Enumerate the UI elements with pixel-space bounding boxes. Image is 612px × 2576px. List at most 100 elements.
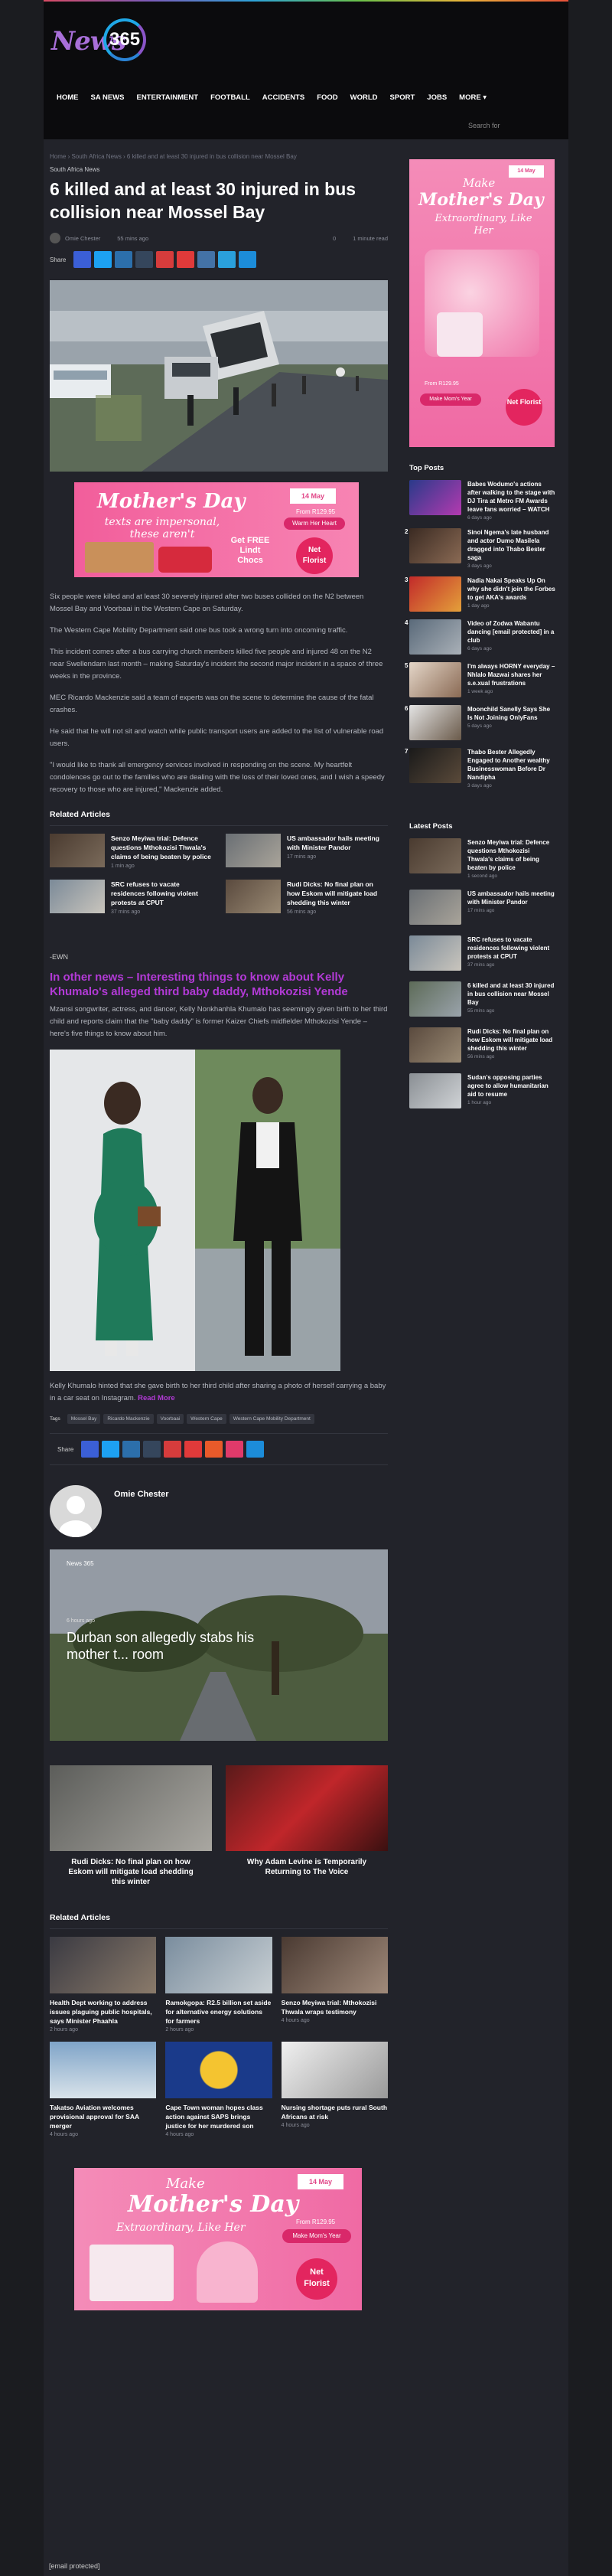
related-title[interactable]: Senzo Meyiwa trial: Defence questions Mt… (111, 834, 212, 861)
mothers-day-ad-bottom[interactable]: Make Mother's Day Extraordinary, Like He… (74, 2168, 362, 2310)
related-card-title[interactable]: Takatso Aviation welcomes provisional ap… (50, 2103, 156, 2130)
mothers-day-ad-banner[interactable]: Mother's Day texts are impersonal, these… (74, 482, 359, 577)
warm-her-heart-button[interactable]: Warm Her Heart (284, 517, 345, 530)
featured-card-title[interactable]: Why Adam Levine is Temporarily Returning… (226, 1857, 388, 1877)
latest-post[interactable]: SRC refuses to vacate residences followi… (409, 935, 556, 971)
search-input[interactable]: Search for (468, 122, 500, 129)
nav-item[interactable]: MORE ▾ (454, 93, 493, 102)
author-box-name[interactable]: Omie Chester (114, 1490, 169, 1499)
related-card[interactable]: Ramokgopa: R2.5 billion set aside for al… (165, 1937, 272, 2032)
related-card-title[interactable]: Cape Town woman hopes class action again… (165, 2103, 272, 2130)
latest-post[interactable]: US ambassador hails meeting with Ministe… (409, 890, 556, 925)
tag[interactable]: Voorbaai (156, 1414, 184, 1424)
related-card-title[interactable]: Health Dept working to address issues pl… (50, 1998, 156, 2026)
related-title[interactable]: US ambassador hails meeting with Ministe… (287, 834, 388, 852)
related-card[interactable]: Cape Town woman hopes class action again… (165, 2042, 272, 2137)
tumblr-share-icon[interactable] (135, 251, 154, 268)
top-post[interactable]: Babes Wodumo's actions after walking to … (409, 480, 556, 521)
latest-post-title[interactable]: US ambassador hails meeting with Ministe… (467, 890, 556, 906)
tumblr-share-icon[interactable] (143, 1441, 161, 1458)
latest-post-title[interactable]: Senzo Meyiwa trial: Defence questions Mt… (467, 838, 556, 872)
nav-item[interactable]: HOME (51, 93, 86, 102)
related-card[interactable]: Health Dept working to address issues pl… (50, 1937, 157, 2032)
related-card-title[interactable]: Ramokgopa: R2.5 billion set aside for al… (165, 1998, 272, 2026)
telegram-share-icon[interactable] (218, 251, 236, 268)
top-post-title[interactable]: I'm always HORNY everyday – Nhlalo Mazwa… (467, 662, 556, 687)
vk-share-icon[interactable] (197, 251, 216, 268)
featured-card-title[interactable]: Rudi Dicks: No final plan on how Eskom w… (50, 1857, 212, 1887)
email-share-icon[interactable] (239, 251, 257, 268)
featured-title[interactable]: Durban son allegedly stabs his mother t.… (67, 1629, 265, 1663)
tag[interactable]: Western Cape (187, 1414, 226, 1424)
email-share-icon[interactable] (246, 1441, 265, 1458)
category-label[interactable]: South Africa News (50, 166, 388, 173)
latest-post[interactable]: Sudan's opposing parties agree to allow … (409, 1073, 556, 1108)
telegram-share-icon[interactable] (226, 1441, 244, 1458)
top-post[interactable]: 3 Nadia Nakai Speaks Up On why she didn't… (405, 576, 556, 612)
vk-share-icon[interactable] (205, 1441, 223, 1458)
related-card[interactable]: Takatso Aviation welcomes provisional ap… (50, 2042, 157, 2137)
pinterest-share-icon[interactable] (164, 1441, 182, 1458)
nav-item[interactable]: ENTERTAINMENT (131, 93, 205, 102)
latest-post[interactable]: Senzo Meyiwa trial: Defence questions Mt… (409, 838, 556, 879)
related-article[interactable]: US ambassador hails meeting with Ministe… (226, 834, 388, 869)
top-post-title[interactable]: Nadia Nakai Speaks Up On why she didn't … (467, 576, 556, 602)
latest-post-title[interactable]: SRC refuses to vacate residences followi… (467, 935, 556, 961)
site-logo[interactable]: News 365 (51, 18, 166, 64)
top-post[interactable]: 5 I'm always HORNY everyday – Nhlalo Mazw… (405, 662, 556, 697)
latest-post-title[interactable]: Sudan's opposing parties agree to allow … (467, 1073, 556, 1099)
facebook-share-icon[interactable] (73, 251, 92, 268)
top-post[interactable]: 2 Sinoi Ngema's late husband and actor Du… (405, 528, 556, 569)
nav-item[interactable]: JOBS (422, 93, 454, 102)
nav-item[interactable]: FOOD (311, 93, 344, 102)
top-post-title[interactable]: Babes Wodumo's actions after walking to … (467, 480, 556, 514)
related-card[interactable]: Nursing shortage puts rural South Africa… (281, 2042, 388, 2137)
related-title[interactable]: Rudi Dicks: No final plan on how Eskom w… (287, 880, 388, 907)
nav-item[interactable]: SA NEWS (86, 93, 132, 102)
reddit-share-icon[interactable] (184, 1441, 203, 1458)
twitter-share-icon[interactable] (102, 1441, 120, 1458)
tag[interactable]: Western Cape Mobility Department (229, 1414, 314, 1424)
footer-email[interactable]: [email protected] (49, 2562, 100, 2570)
nav-item[interactable]: ACCIDENTS (257, 93, 311, 102)
top-post-title[interactable]: Video of Zodwa Wabantu dancing [email pr… (467, 619, 556, 645)
related-article[interactable]: SRC refuses to vacate residences followi… (50, 880, 212, 915)
top-post-title[interactable]: Sinoi Ngema's late husband and actor Dum… (467, 528, 556, 562)
nav-item[interactable]: WORLD (345, 93, 385, 102)
comment-count[interactable]: 0 (333, 235, 336, 242)
tag[interactable]: Ricardo Mackenzie (103, 1414, 154, 1424)
featured-card[interactable]: Why Adam Levine is Temporarily Returning… (226, 1765, 388, 1887)
related-card-title[interactable]: Senzo Meyiwa trial: Mthokozisi Thwala wr… (282, 1998, 388, 2016)
tag[interactable]: Mossel Bay (67, 1414, 101, 1424)
featured-card[interactable]: Rudi Dicks: No final plan on how Eskom w… (50, 1765, 212, 1887)
featured-story[interactable]: News 365 6 hours ago Durban son allegedl… (50, 1549, 388, 1741)
latest-post-title[interactable]: 6 killed and at least 30 injured in bus … (467, 981, 556, 1007)
latest-post-title[interactable]: Rudi Dicks: No final plan on how Eskom w… (467, 1027, 556, 1053)
latest-post[interactable]: 6 killed and at least 30 injured in bus … (409, 981, 556, 1017)
make-moms-year-button[interactable]: Make Mom's Year (282, 2229, 351, 2243)
latest-post[interactable]: Rudi Dicks: No final plan on how Eskom w… (409, 1027, 556, 1063)
top-post[interactable]: 7 Thabo Bester Allegedly Engaged to Anoth… (405, 748, 556, 788)
pinterest-share-icon[interactable] (156, 251, 174, 268)
twitter-share-icon[interactable] (94, 251, 112, 268)
read-more-link[interactable]: Read More (138, 1394, 175, 1402)
author-name[interactable]: Omie Chester (65, 235, 100, 242)
related-title[interactable]: SRC refuses to vacate residences followi… (111, 880, 212, 907)
sidebar-mothers-day-ad[interactable]: 14 May Make Mother's Day Extraordinary, … (409, 159, 555, 447)
other-news-heading[interactable]: In other news – Interesting things to kn… (50, 970, 388, 999)
linkedin-share-icon[interactable] (115, 251, 133, 268)
related-article[interactable]: Senzo Meyiwa trial: Defence questions Mt… (50, 834, 212, 869)
nav-item[interactable]: FOOTBALL (205, 93, 257, 102)
top-post-title[interactable]: Thabo Bester Allegedly Engaged to Anothe… (467, 748, 556, 782)
breadcrumb[interactable]: Home › South Africa News › 6 killed and … (50, 153, 388, 160)
facebook-share-icon[interactable] (81, 1441, 99, 1458)
nav-item[interactable]: SPORT (385, 93, 422, 102)
reddit-share-icon[interactable] (177, 251, 195, 268)
linkedin-share-icon[interactable] (122, 1441, 141, 1458)
top-post-title[interactable]: Moonchild Sanelly Says She Is Not Joinin… (467, 705, 556, 722)
make-moms-year-button[interactable]: Make Mom's Year (420, 393, 481, 406)
related-article[interactable]: Rudi Dicks: No final plan on how Eskom w… (226, 880, 388, 915)
top-post[interactable]: 4 Video of Zodwa Wabantu dancing [email p… (405, 619, 556, 655)
related-card-title[interactable]: Nursing shortage puts rural South Africa… (282, 2103, 388, 2121)
top-post[interactable]: 6 Moonchild Sanelly Says She Is Not Joini… (405, 705, 556, 740)
